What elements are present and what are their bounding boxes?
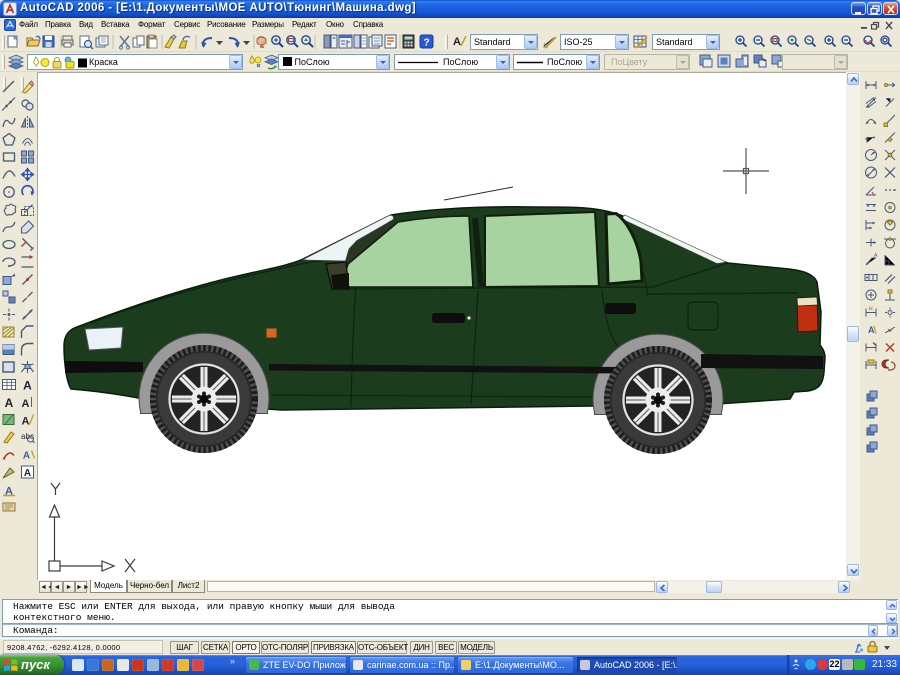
svg-text:A: A xyxy=(24,468,31,479)
svg-text:A: A xyxy=(22,416,30,428)
svg-text:A: A xyxy=(453,36,461,48)
svg-text:A: A xyxy=(5,396,14,410)
svg-text:A: A xyxy=(23,379,32,393)
svg-text:A: A xyxy=(22,398,30,410)
svg-text:A: A xyxy=(23,451,30,462)
svg-text:H: H xyxy=(869,307,873,313)
svg-text:A: A xyxy=(874,253,878,259)
